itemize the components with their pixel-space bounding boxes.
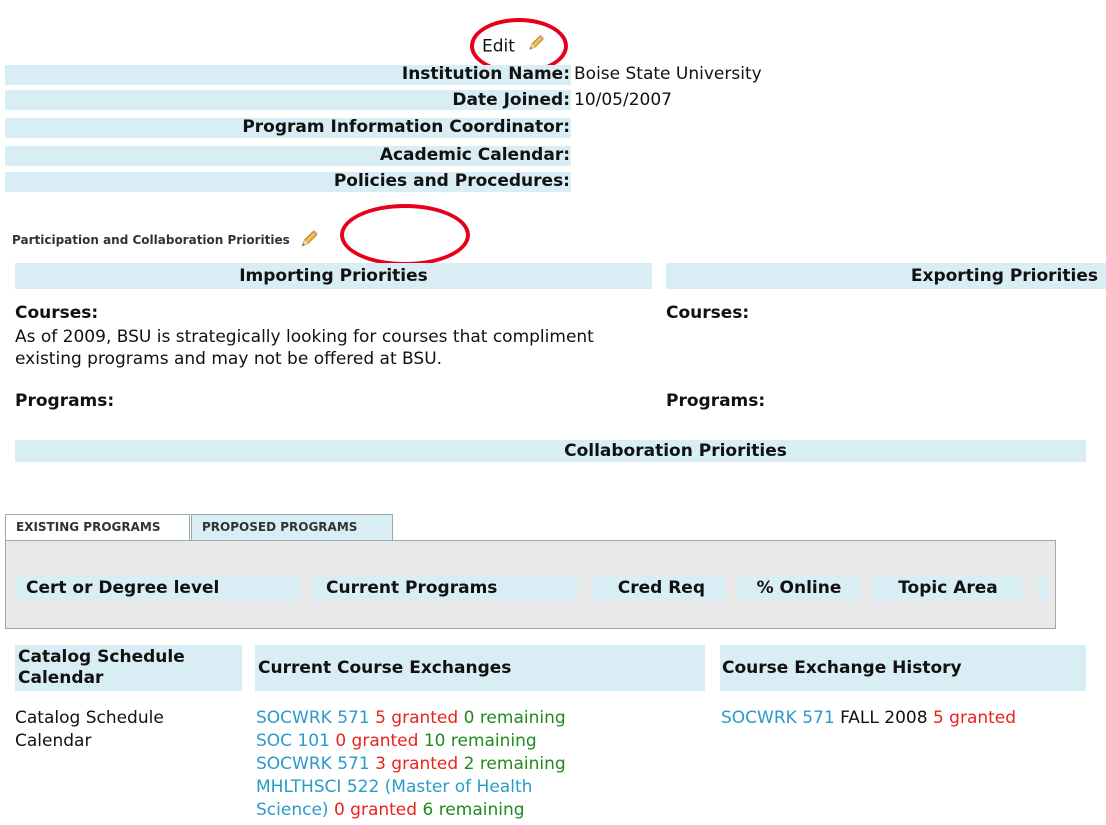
annotation-circle xyxy=(340,204,470,266)
course-link[interactable]: SOCWRK 571 xyxy=(721,708,835,728)
course-link[interactable]: MHLTHSCI 522 (Master of Health xyxy=(256,777,532,797)
list-item: MHLTHSCI 522 (Master of Health xyxy=(256,776,566,799)
coordinator-label: Program Information Coordinator: xyxy=(242,117,570,137)
remaining-count: 10 remaining xyxy=(423,731,537,751)
remaining-count: 6 remaining xyxy=(422,800,525,820)
column-header-topic-area: Topic Area xyxy=(874,575,1022,601)
academic-calendar-label: Academic Calendar: xyxy=(379,145,570,165)
remaining-count: 2 remaining xyxy=(463,754,566,774)
list-item: Science) 0 granted 6 remaining xyxy=(256,799,566,822)
institution-name-label: Institution Name: xyxy=(401,64,570,84)
list-item: SOCWRK 571 FALL 2008 5 granted xyxy=(721,707,1016,730)
column-header-current-programs: Current Programs xyxy=(314,575,578,601)
importing-courses-label: Courses: xyxy=(15,303,99,323)
importing-courses-line: existing programs and may not be offered… xyxy=(15,349,443,369)
remaining-count: 0 remaining xyxy=(463,708,566,728)
list-item: SOCWRK 571 3 granted 2 remaining xyxy=(256,753,566,776)
catalog-value-line[interactable]: Catalog Schedule xyxy=(15,707,164,730)
exchange-history-list: SOCWRK 571 FALL 2008 5 granted xyxy=(721,707,1016,730)
catalog-schedule-header: Catalog Schedule Calendar xyxy=(15,645,242,691)
tab-existing-programs[interactable]: EXISTING PROGRAMS xyxy=(5,514,190,540)
course-link[interactable]: SOCWRK 571 xyxy=(256,754,370,774)
importing-header-text: Importing Priorities xyxy=(239,266,428,286)
institution-name-value: Boise State University xyxy=(574,64,762,84)
column-header-cert-degree: Cert or Degree level xyxy=(16,575,300,601)
catalog-header-line: Catalog Schedule xyxy=(18,647,185,667)
list-item: SOC 101 0 granted 10 remaining xyxy=(256,730,566,753)
date-joined-value: 10/05/2007 xyxy=(574,90,672,110)
granted-count: 3 granted xyxy=(375,754,459,774)
course-link[interactable]: Science) xyxy=(256,800,329,820)
collaboration-header-text: Collaboration Priorities xyxy=(564,441,787,461)
current-exchanges-header-text: Current Course Exchanges xyxy=(258,658,512,678)
course-link[interactable]: SOCWRK 571 xyxy=(256,708,370,728)
participation-title-text: Participation and Collaboration Prioriti… xyxy=(12,233,290,247)
granted-count: 5 granted xyxy=(375,708,459,728)
exchange-history-header-text: Course Exchange History xyxy=(722,658,962,678)
importing-programs-label: Programs: xyxy=(15,391,115,411)
catalog-header-line: Calendar xyxy=(18,668,104,688)
collaboration-priorities-header: Collaboration Priorities xyxy=(15,440,1086,462)
tab-proposed-programs[interactable]: PROPOSED PROGRAMS xyxy=(191,514,393,540)
importing-courses-line: As of 2009, BSU is strategically looking… xyxy=(15,327,594,347)
catalog-schedule-links[interactable]: Catalog Schedule Calendar xyxy=(15,707,164,753)
exporting-header-text: Exporting Priorities xyxy=(910,266,1098,286)
current-exchanges-header: Current Course Exchanges xyxy=(255,645,705,691)
importing-priorities-header: Importing Priorities xyxy=(15,263,652,289)
column-header-cred-req: Cred Req xyxy=(592,575,725,601)
granted-count: 0 granted xyxy=(333,800,418,820)
column-header-extra xyxy=(1038,575,1048,601)
date-joined-label: Date Joined: xyxy=(452,90,570,110)
course-link[interactable]: SOC 101 xyxy=(256,731,330,751)
list-item: SOCWRK 571 5 granted 0 remaining xyxy=(256,707,566,730)
catalog-value-line[interactable]: Calendar xyxy=(15,730,164,753)
participation-title: Participation and Collaboration Prioriti… xyxy=(12,228,320,253)
policies-label: Policies and Procedures: xyxy=(333,171,570,191)
programs-tab-panel: Cert or Degree level Current Programs Cr… xyxy=(5,540,1056,629)
granted-count: 5 granted xyxy=(932,708,1017,728)
exporting-programs-label: Programs: xyxy=(666,391,766,411)
exchange-history-header: Course Exchange History xyxy=(720,645,1086,691)
granted-count: 0 granted xyxy=(335,731,419,751)
exporting-courses-label: Courses: xyxy=(666,303,750,323)
pencil-icon[interactable] xyxy=(298,228,320,253)
column-header-percent-online: % Online xyxy=(737,575,861,601)
importing-courses-text: As of 2009, BSU is strategically looking… xyxy=(15,326,594,370)
term-label: FALL 2008 xyxy=(840,708,928,728)
exporting-priorities-header: Exporting Priorities xyxy=(666,263,1106,289)
current-exchanges-list: SOCWRK 571 5 granted 0 remaining SOC 101… xyxy=(256,707,566,822)
